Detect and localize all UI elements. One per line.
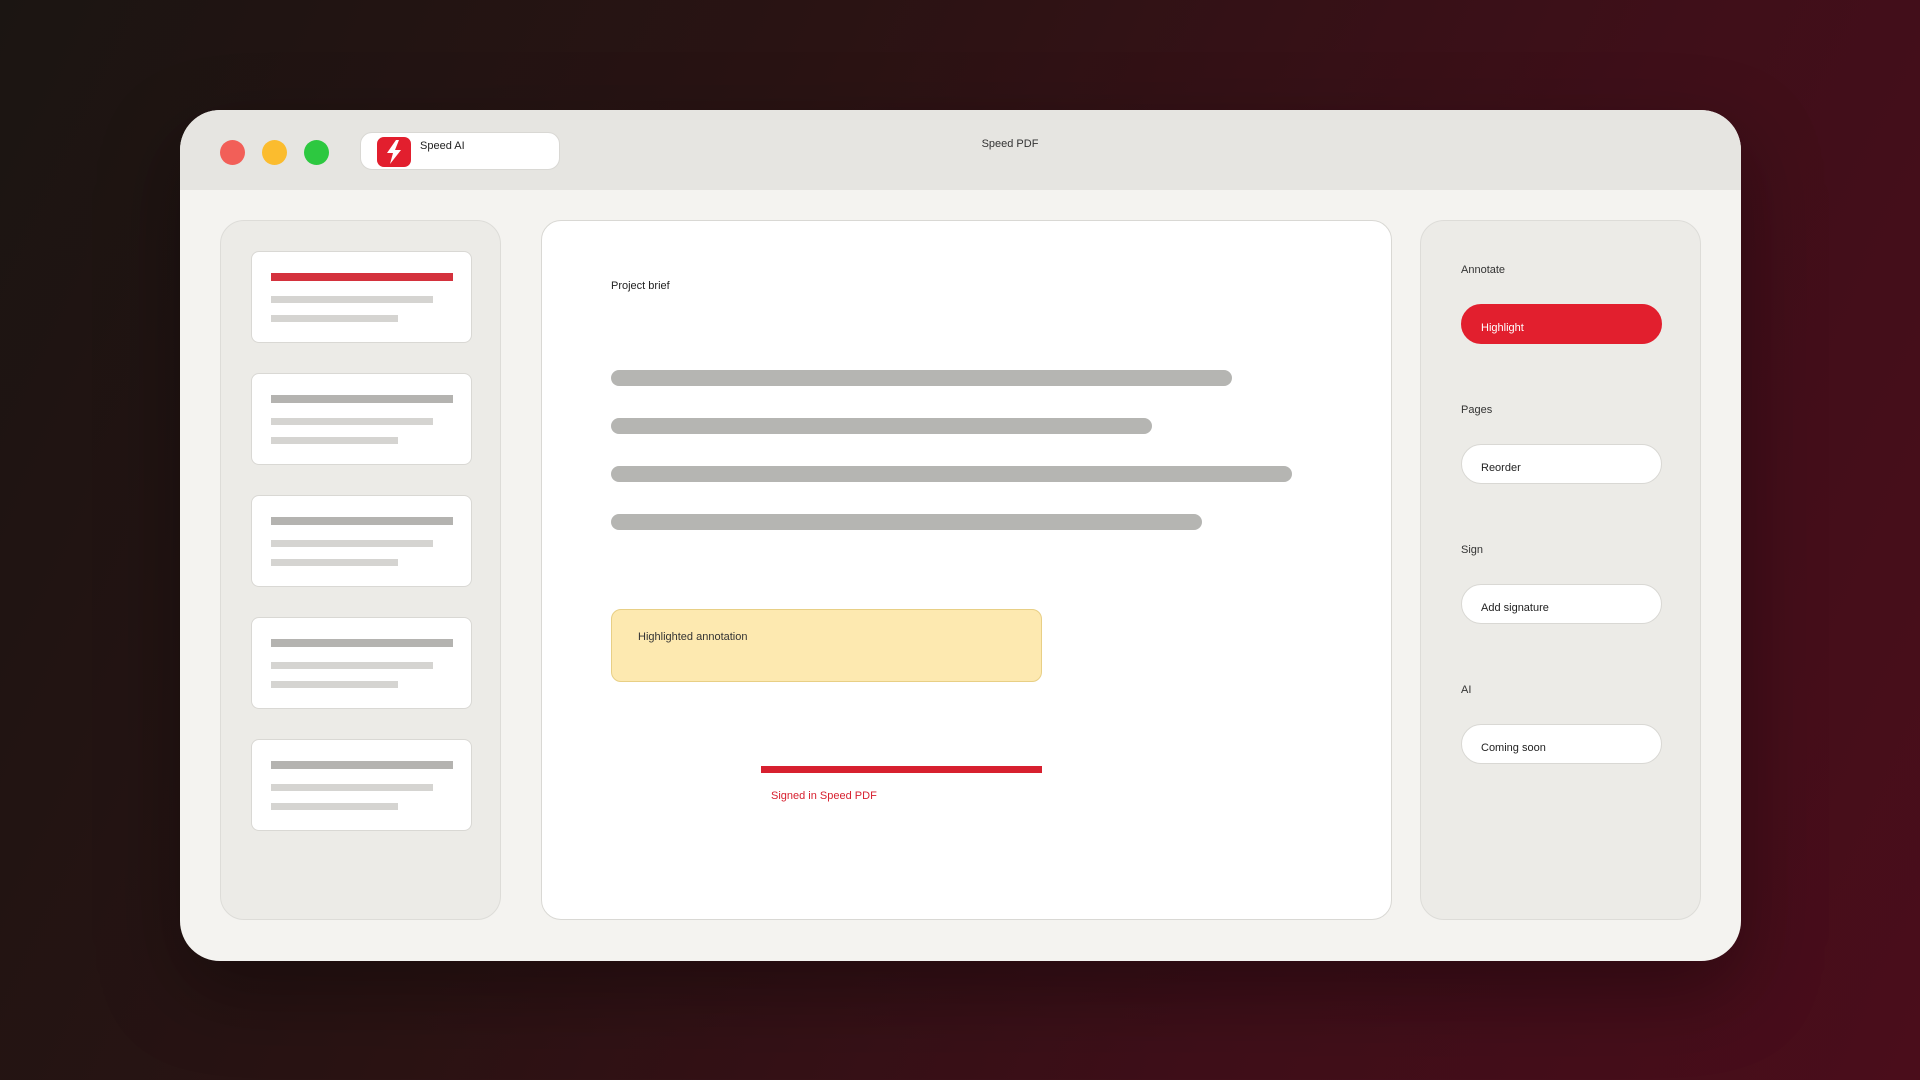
document-text-line [611,370,1232,386]
thumbnail-text-line [271,784,433,791]
minimize-window-button[interactable] [262,140,287,165]
annotation-text: Highlighted annotation [638,631,748,643]
page-thumbnail[interactable] [251,373,472,465]
sign-section-label: Sign [1461,544,1484,556]
page-thumbnail[interactable] [251,251,472,343]
document-text-line [611,418,1152,434]
page-thumbnail[interactable] [251,617,472,709]
thumbnail-text-line [271,437,398,444]
tools-panel: Annotate Highlight Pages Reorder Sign Ad… [1420,220,1701,920]
page-thumbnail[interactable] [251,495,472,587]
document-text-line [611,514,1202,530]
thumbnail-text-line [271,296,433,303]
thumbnail-text-line [271,418,433,425]
thumbnail-text-line [271,662,433,669]
document-text-line [611,466,1292,482]
speed-logo-icon [377,137,411,167]
thumbnail-heading-line [271,273,453,281]
document-canvas[interactable]: Project brief Highlighted annotation Sig… [541,220,1392,920]
app-window: Speed AI Speed PDF Project brief Highlig… [180,110,1741,961]
signature-line[interactable] [761,766,1042,773]
thumbnail-text-line [271,559,398,566]
window-title: Speed PDF [981,138,1039,150]
add-signature-button[interactable]: Add signature [1461,584,1662,624]
page-thumbnail[interactable] [251,739,472,831]
document-title: Project brief [611,280,670,292]
coming-soon-button[interactable]: Coming soon [1461,724,1662,764]
reorder-button[interactable]: Reorder [1461,444,1662,484]
thumbnail-heading-line [271,761,453,769]
maximize-window-button[interactable] [304,140,329,165]
annotate-section-label: Annotate [1461,264,1506,276]
thumbnail-heading-line [271,395,453,403]
title-bar: Speed AI Speed PDF [180,110,1741,190]
thumbnail-heading-line [271,639,453,647]
app-tab[interactable]: Speed AI [360,132,560,170]
thumbnail-heading-line [271,517,453,525]
ai-section-label: AI [1461,684,1472,696]
signature-caption: Signed in Speed PDF [771,790,877,802]
highlight-button[interactable]: Highlight [1461,304,1662,344]
thumbnail-text-line [271,540,433,547]
highlight-annotation[interactable]: Highlighted annotation [611,609,1042,682]
thumbnail-text-line [271,803,398,810]
pages-section-label: Pages [1461,404,1493,416]
page-thumbnails-panel [220,220,501,920]
app-tab-label: Speed AI [420,140,465,152]
thumbnail-text-line [271,315,398,322]
thumbnail-text-line [271,681,398,688]
close-window-button[interactable] [220,140,245,165]
